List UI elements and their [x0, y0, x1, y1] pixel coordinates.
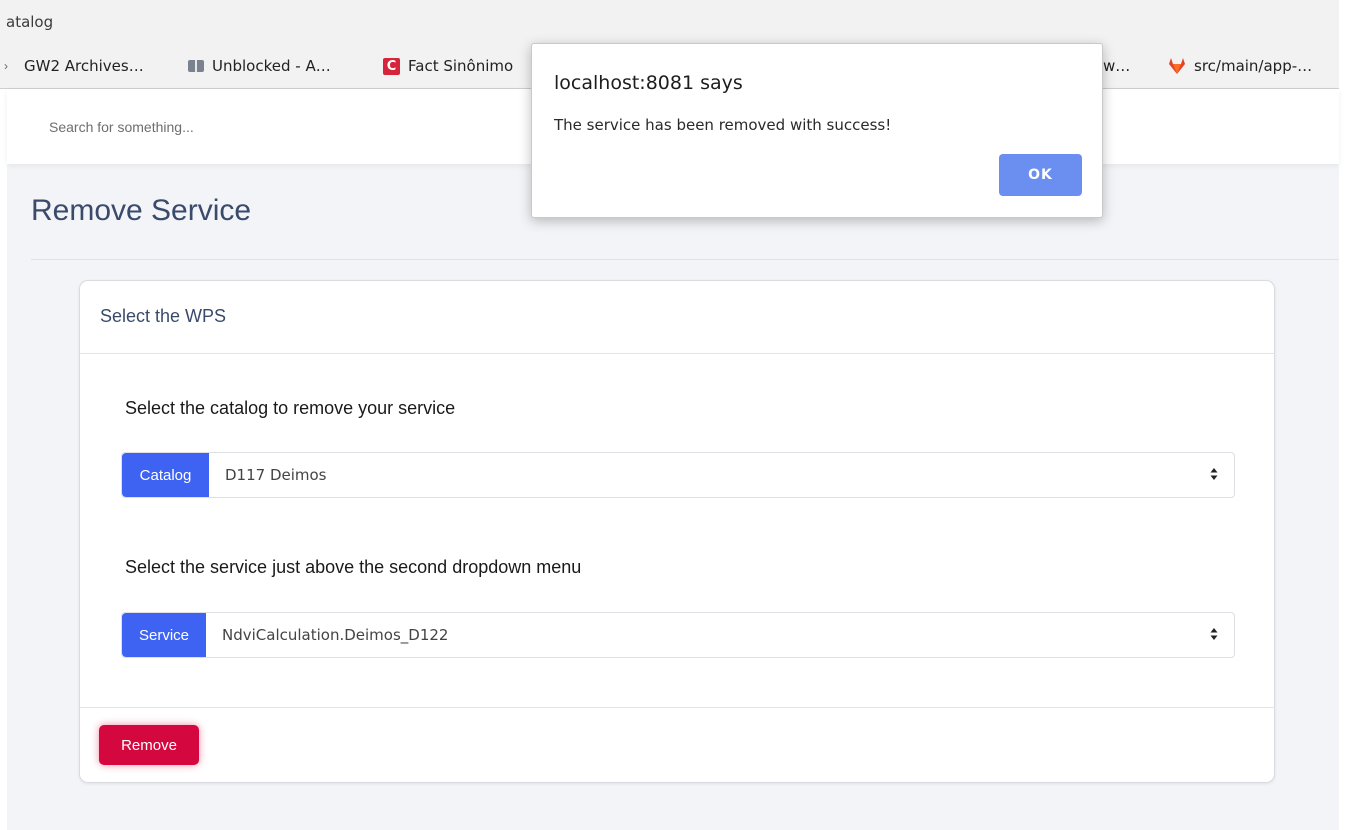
bookmark-label: Unblocked - A…: [212, 57, 331, 75]
book-icon: [188, 60, 204, 72]
bookmark-fact-sinonimo[interactable]: C Fact Sinônimo: [383, 57, 513, 75]
bookmark-src-main-app[interactable]: src/main/app-…: [1168, 57, 1312, 75]
bookmark-label: src/main/app-…: [1194, 57, 1313, 75]
bookmark-label: w…: [1103, 57, 1131, 75]
card-footer: Remove: [80, 707, 1274, 783]
c-logo-icon: C: [383, 57, 400, 75]
select-arrows-icon: [1210, 468, 1218, 480]
service-section-label: Select the service just above the second…: [125, 557, 582, 577]
alert-dialog: localhost:8081 says The service has been…: [531, 43, 1103, 218]
bookmark-truncated[interactable]: w…: [1103, 57, 1130, 75]
search-input[interactable]: [47, 111, 431, 143]
card-header-title: Select the WPS: [100, 306, 227, 326]
bookmark-gw2-archives[interactable]: GW2 Archives…: [24, 57, 144, 75]
bookmark-label: GW2 Archives…: [24, 57, 144, 75]
service-select[interactable]: Service NdviCalculation.Deimos_D122: [121, 612, 1235, 658]
dialog-title: localhost:8081 says: [554, 72, 743, 94]
card-header: Select the WPS: [80, 281, 1274, 354]
bookmark-unblocked[interactable]: Unblocked - A…: [188, 57, 331, 75]
remove-button[interactable]: Remove: [99, 725, 199, 765]
catalog-selected-value: D117 Deimos: [225, 466, 327, 484]
catalog-section-label: Select the catalog to remove your servic…: [125, 398, 456, 418]
tab-title[interactable]: atalog: [6, 13, 53, 31]
page-title: Remove Service: [31, 194, 252, 227]
catalog-addon: Catalog: [122, 453, 209, 497]
title-divider: [31, 259, 1339, 260]
service-addon: Service: [122, 613, 206, 657]
service-selected-value: NdviCalculation.Deimos_D122: [222, 626, 449, 644]
dialog-message: The service has been removed with succes…: [554, 116, 892, 134]
bookmark-label: Fact Sinônimo: [408, 57, 514, 75]
ok-button[interactable]: OK: [999, 154, 1082, 196]
gitlab-icon: [1169, 58, 1185, 74]
browser-tab-strip: atalog: [0, 0, 1339, 40]
select-wps-card: Select the WPS Select the catalog to rem…: [79, 280, 1275, 783]
bookmark-chevron-icon: ›: [4, 59, 8, 73]
select-arrows-icon: [1210, 628, 1218, 640]
catalog-select[interactable]: Catalog D117 Deimos: [121, 452, 1235, 498]
